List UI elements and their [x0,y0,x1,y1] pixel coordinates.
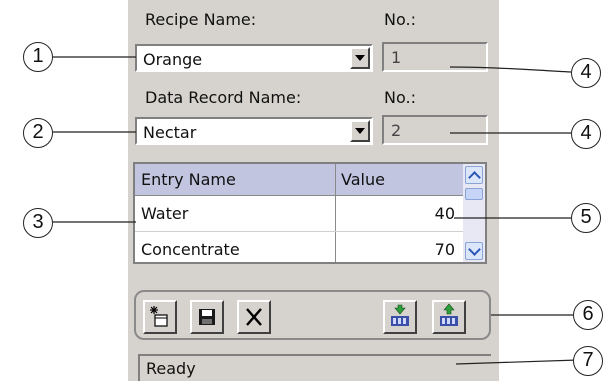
callout-marker: 5 [571,203,601,233]
callout-marker: 7 [573,346,603,376]
callout-marker: 4 [571,58,601,88]
callout-marker: 4 [571,119,601,149]
callout-leader-lines [53,56,579,365]
callout-marker: 6 [573,300,603,330]
callout-marker: 3 [23,208,53,238]
callout-marker: 2 [23,118,53,148]
callout-marker: 1 [23,42,53,72]
